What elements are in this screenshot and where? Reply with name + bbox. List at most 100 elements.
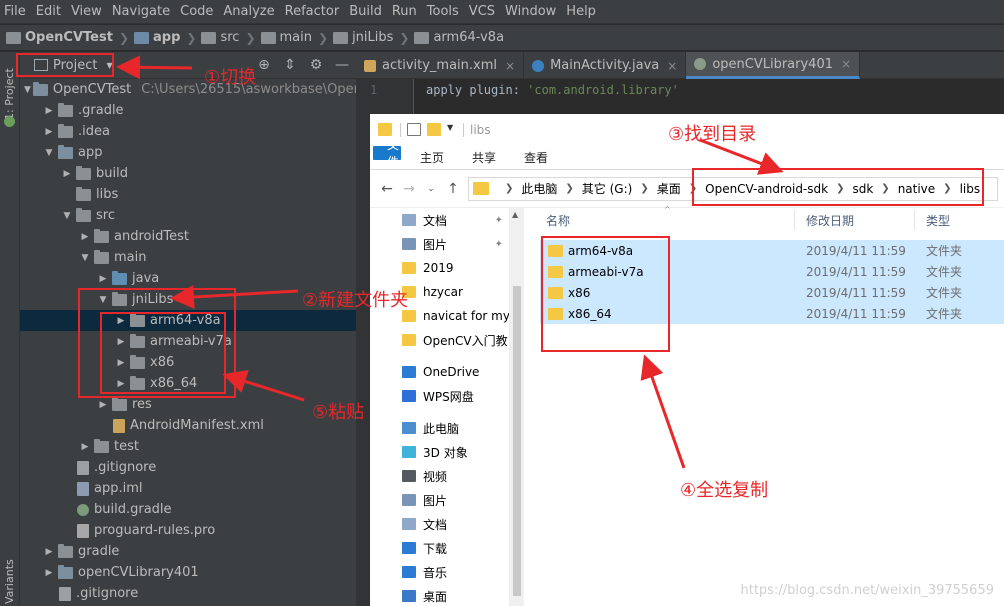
nav-item[interactable]: 2019 [370, 256, 509, 280]
collapse-all-icon[interactable]: ⇕ [280, 56, 300, 74]
nav-item[interactable]: 文档 ✦ [370, 208, 509, 232]
menu-edit[interactable]: Edit [31, 4, 66, 19]
address-segment[interactable]: 其它 (G:) [582, 180, 633, 197]
address-separator-icon[interactable]: ❯ [505, 183, 513, 194]
tree-item[interactable]: ▶ build.gradle [20, 499, 356, 520]
nav-item[interactable]: 桌面 [370, 584, 509, 606]
navigation-scrollbar[interactable]: ▲ [510, 208, 524, 606]
tree-item[interactable]: ▶ .idea [20, 121, 356, 142]
nav-item[interactable]: 视频 [370, 464, 509, 488]
chevron-down-icon[interactable]: ▼ [447, 123, 455, 136]
breadcrumb-item[interactable]: main ❯ [260, 30, 334, 45]
menu-analyze[interactable]: Analyze [218, 4, 279, 19]
expand-closed-icon[interactable]: ▶ [96, 274, 110, 284]
menu-vcs[interactable]: VCS [464, 4, 500, 19]
expand-open-icon[interactable]: ▼ [60, 211, 74, 221]
breadcrumb-item[interactable]: app ❯ [134, 30, 201, 45]
expand-closed-icon[interactable]: ▶ [42, 568, 56, 578]
close-icon[interactable]: × [841, 57, 851, 71]
scroll-up-icon[interactable]: ▲ [512, 210, 518, 219]
expand-closed-icon[interactable]: ▶ [42, 127, 56, 137]
expand-open-icon[interactable]: ▼ [24, 85, 31, 95]
expand-open-icon[interactable]: ▼ [78, 253, 92, 263]
tree-item[interactable]: ▼ OpenCVTest C:\Users\26515\asworkbase\Ope… [20, 79, 356, 100]
tree-item[interactable]: ▶ .gitignore [20, 457, 356, 478]
address-segment[interactable]: 桌面 [657, 180, 681, 197]
tree-item[interactable]: ▶ libs [20, 184, 356, 205]
tree-item[interactable]: ▶ .gradle [20, 100, 356, 121]
tree-item[interactable]: ▼ main [20, 247, 356, 268]
expand-closed-icon[interactable]: ▶ [42, 106, 56, 116]
menu-refactor[interactable]: Refactor [280, 4, 345, 19]
tree-item[interactable]: ▶ app.iml [20, 478, 356, 499]
tree-item[interactable]: ▶ openCVLibrary401 [20, 562, 356, 583]
column-name[interactable]: 名称 [546, 212, 570, 229]
expand-closed-icon[interactable]: ▶ [78, 442, 92, 452]
editor-tab[interactable]: activity_main.xml × [356, 52, 525, 79]
hide-icon[interactable]: — [332, 56, 352, 74]
menu-build[interactable]: Build [344, 4, 387, 19]
nav-item[interactable]: 图片 [370, 488, 509, 512]
expand-open-icon[interactable]: ▼ [42, 148, 56, 158]
close-icon[interactable]: × [667, 59, 677, 73]
nav-item[interactable]: 此电脑 [370, 416, 509, 440]
tree-item[interactable]: ▼ src [20, 205, 356, 226]
address-separator-icon[interactable]: ❯ [565, 183, 573, 194]
ribbon-tab[interactable]: 共享 [458, 146, 510, 169]
tree-item[interactable]: ▶ build [20, 163, 356, 184]
nav-item[interactable]: 图片 ✦ [370, 232, 509, 256]
menu-run[interactable]: Run [387, 4, 422, 19]
breadcrumb-item[interactable]: src ❯ [201, 30, 260, 45]
close-icon[interactable]: × [505, 59, 515, 73]
forward-arrow-icon[interactable]: → [398, 181, 420, 197]
nav-item[interactable]: OneDrive [370, 360, 509, 384]
nav-item[interactable]: 下载 [370, 536, 509, 560]
nav-item[interactable]: 3D 对象 [370, 440, 509, 464]
ribbon-tab[interactable]: 查看 [510, 146, 562, 169]
tree-item[interactable]: ▶ test [20, 436, 356, 457]
nav-item[interactable]: OpenCV入门教 [370, 328, 509, 352]
nav-item[interactable]: WPS网盘 [370, 384, 509, 408]
menu-help[interactable]: Help [561, 4, 601, 19]
project-tool-window-button[interactable]: 1: Project [3, 68, 16, 120]
expand-closed-icon[interactable]: ▶ [96, 400, 110, 410]
folder-icon [333, 31, 349, 44]
column-type[interactable]: 类型 [926, 212, 950, 229]
expand-closed-icon[interactable]: ▶ [42, 547, 56, 557]
back-arrow-icon[interactable]: ← [376, 181, 398, 197]
menu-tools[interactable]: Tools [422, 4, 464, 19]
scrollbar-thumb[interactable] [513, 286, 521, 596]
locate-icon[interactable]: ⊕ [254, 56, 274, 74]
nav-item[interactable]: 文档 [370, 512, 509, 536]
properties-icon[interactable] [407, 123, 421, 136]
breadcrumb-item[interactable]: arm64-v8a [414, 30, 504, 45]
gear-icon[interactable]: ⚙ [306, 56, 326, 74]
tree-item[interactable]: ▼ app [20, 142, 356, 163]
menu-code[interactable]: Code [175, 4, 218, 19]
address-separator-icon[interactable]: ❯ [640, 183, 648, 194]
tree-item[interactable]: ▶ .gitignore [20, 583, 356, 604]
breadcrumb-item[interactable]: OpenCVTest ❯ [6, 30, 134, 45]
ribbon-tab[interactable]: 主页 [406, 146, 458, 169]
tree-item[interactable]: ▶ gradle [20, 541, 356, 562]
ribbon-tab[interactable]: 文件 [373, 138, 401, 169]
menu-navigate[interactable]: Navigate [107, 4, 175, 19]
up-arrow-icon[interactable]: ↑ [442, 181, 464, 197]
tree-item[interactable]: ▶ AndroidManifest.xml [20, 415, 356, 436]
tree-item[interactable]: ▶ proguard-rules.pro [20, 520, 356, 541]
column-date[interactable]: 修改日期 [806, 212, 854, 229]
expand-closed-icon[interactable]: ▶ [78, 232, 92, 242]
nav-item[interactable]: 音乐 [370, 560, 509, 584]
new-folder-icon[interactable] [427, 123, 441, 136]
build-variants-button[interactable]: Variants [3, 559, 16, 604]
editor-tab[interactable]: openCVLibrary401 × [686, 52, 861, 79]
editor-tab[interactable]: MainActivity.java × [524, 52, 687, 79]
tree-item[interactable]: ▶ androidTest [20, 226, 356, 247]
menu-view[interactable]: View [66, 4, 107, 19]
recent-chevron-icon[interactable]: ⌄ [420, 184, 442, 194]
expand-closed-icon[interactable]: ▶ [60, 169, 74, 179]
menu-file[interactable]: File [0, 4, 31, 19]
address-segment[interactable]: 此电脑 [521, 180, 557, 197]
breadcrumb-item[interactable]: jniLibs ❯ [333, 30, 414, 45]
menu-window[interactable]: Window [500, 4, 561, 19]
